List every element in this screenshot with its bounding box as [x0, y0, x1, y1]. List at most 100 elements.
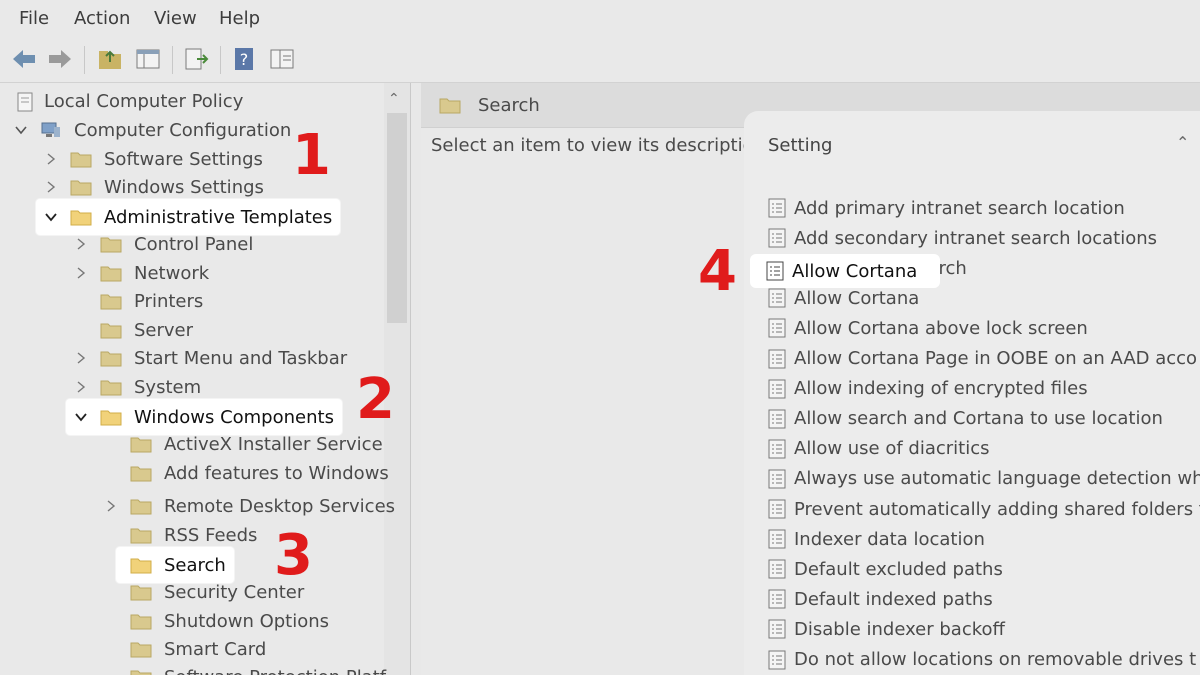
- settings-list: Setting ⌃ Add primary intranet search lo…: [744, 111, 1200, 675]
- setting-label: Add primary intranet search location: [794, 197, 1125, 219]
- setting-row[interactable]: Do not allow locations on removable driv…: [768, 647, 1196, 673]
- policy-setting-icon: [766, 261, 784, 281]
- folder-icon: [130, 497, 152, 515]
- policy-setting-icon: [768, 619, 786, 639]
- setting-row[interactable]: Default indexed paths: [768, 586, 993, 612]
- folder-icon: [439, 96, 461, 118]
- setting-label: Disable indexer backoff: [794, 618, 1005, 640]
- allow-cortana-label: Allow Cortana: [792, 260, 918, 282]
- folder-icon: [130, 435, 152, 453]
- setting-row[interactable]: Allow Cortana: [768, 285, 919, 311]
- setting-row[interactable]: Allow indexing of encrypted files: [768, 376, 1088, 402]
- setting-label: Prevent automatically adding shared fold…: [794, 498, 1200, 520]
- chevron-down-icon[interactable]: [74, 410, 88, 424]
- computer-icon: [40, 121, 62, 139]
- setting-row[interactable]: Always use automatic language detection …: [768, 466, 1200, 492]
- folder-icon: [70, 208, 92, 226]
- setting-label: Default indexed paths: [794, 588, 993, 610]
- details-pane: Search Select an item to view its descri…: [421, 83, 1200, 675]
- tree-item-activex-installer[interactable]: ActiveX Installer Service: [130, 430, 383, 458]
- tree-item-windows-settings[interactable]: Windows Settings: [44, 173, 264, 201]
- tree-item-shutdown-options[interactable]: Shutdown Options: [130, 607, 329, 635]
- folder-icon: [100, 292, 122, 310]
- setting-row[interactable]: Allow Cortana above lock screen: [768, 315, 1088, 341]
- setting-row[interactable]: Default excluded paths: [768, 556, 1003, 582]
- chevron-right-icon[interactable]: [104, 499, 118, 513]
- policy-setting-icon: [768, 409, 786, 429]
- description-text: Select an item to view its description.: [431, 135, 771, 156]
- tree-item-smart-card[interactable]: Smart Card: [130, 635, 266, 663]
- tree-item-add-features[interactable]: Add features to Windows: [130, 459, 389, 487]
- menu-file[interactable]: File: [19, 8, 49, 29]
- tree-pane: ⌃ Local Computer Policy Computer Configu…: [0, 83, 411, 675]
- tree-item-software-protection[interactable]: Software Protection Platf: [130, 663, 386, 675]
- chevron-right-icon[interactable]: [74, 266, 88, 280]
- tree-scrollbar-thumb[interactable]: [387, 113, 407, 323]
- tree-item-system[interactable]: System: [74, 373, 201, 401]
- tree-item-server[interactable]: Server: [100, 316, 193, 344]
- tree-item-rss-feeds[interactable]: RSS Feeds: [130, 521, 257, 549]
- menu-action[interactable]: Action: [74, 8, 130, 29]
- help-icon[interactable]: ?: [230, 46, 258, 72]
- tree-item-computer-configuration[interactable]: Computer Configuration: [14, 116, 291, 144]
- back-arrow-icon[interactable]: [10, 46, 38, 72]
- tree-item-control-panel[interactable]: Control Panel: [74, 230, 253, 258]
- column-header-setting[interactable]: Setting: [768, 135, 832, 156]
- tree-item-software-settings[interactable]: Software Settings: [44, 145, 263, 173]
- setting-row[interactable]: Disable indexer backoff: [768, 616, 1005, 642]
- chevron-right-icon[interactable]: [74, 380, 88, 394]
- scroll-up-icon[interactable]: ⌃: [1176, 133, 1189, 152]
- folder-icon: [130, 556, 152, 574]
- policy-setting-icon: [768, 198, 786, 218]
- policy-setting-icon: [768, 349, 786, 369]
- policy-setting-icon: [768, 650, 786, 670]
- up-folder-icon[interactable]: [96, 46, 124, 72]
- folder-icon: [130, 668, 152, 675]
- setting-label: Allow Cortana Page in OOBE on an AAD acc…: [794, 348, 1198, 369]
- policy-document-icon: [16, 92, 34, 112]
- folder-icon: [100, 408, 122, 426]
- details-title: Search: [478, 95, 540, 116]
- tree-item-network[interactable]: Network: [74, 259, 209, 287]
- chevron-down-icon[interactable]: [14, 123, 28, 137]
- annotation-number-3: 3: [274, 523, 313, 588]
- filter-view-icon[interactable]: [268, 46, 296, 72]
- setting-label: Always use automatic language detection …: [794, 468, 1200, 490]
- allow-cortana-highlight[interactable]: Allow Cortana: [750, 254, 940, 288]
- setting-label: Allow use of diacritics: [794, 438, 990, 460]
- setting-row[interactable]: Add secondary intranet search locations: [768, 225, 1157, 251]
- folder-icon: [130, 526, 152, 544]
- setting-label: Allow indexing of encrypted files: [794, 378, 1088, 400]
- setting-row[interactable]: Allow use of diacritics: [768, 436, 990, 462]
- folder-icon: [100, 321, 122, 339]
- export-list-icon[interactable]: [182, 46, 210, 72]
- menu-view[interactable]: View: [154, 8, 197, 29]
- tree-item-start-menu-taskbar[interactable]: Start Menu and Taskbar: [74, 344, 347, 372]
- setting-row[interactable]: Indexer data location: [768, 526, 985, 552]
- menu-help[interactable]: Help: [219, 8, 260, 29]
- policy-setting-icon: [768, 559, 786, 579]
- folder-icon: [100, 349, 122, 367]
- chevron-down-icon[interactable]: [44, 210, 58, 224]
- setting-row[interactable]: Allow Cortana Page in OOBE on an AAD acc…: [768, 346, 1197, 372]
- forward-arrow-icon[interactable]: [46, 46, 74, 72]
- policy-setting-icon: [768, 499, 786, 519]
- tree-item-printers[interactable]: Printers: [100, 287, 203, 315]
- folder-icon: [70, 150, 92, 168]
- tree-item-remote-desktop[interactable]: Remote Desktop Services: [104, 492, 395, 520]
- show-hide-tree-icon[interactable]: [134, 46, 162, 72]
- svg-text:?: ?: [240, 50, 249, 69]
- chevron-right-icon[interactable]: [44, 152, 58, 166]
- chevron-right-icon[interactable]: [74, 237, 88, 251]
- setting-label: Allow search and Cortana to use location: [794, 408, 1163, 430]
- chevron-right-icon[interactable]: [74, 351, 88, 365]
- setting-row[interactable]: Prevent automatically adding shared fold…: [768, 496, 1200, 522]
- setting-label: Allow Cortana above lock screen: [794, 317, 1088, 339]
- menu-bar: File Action View Help: [0, 0, 1200, 38]
- scroll-up-icon[interactable]: ⌃: [388, 91, 400, 107]
- policy-setting-icon: [768, 529, 786, 549]
- tree-item-local-computer-policy[interactable]: Local Computer Policy: [16, 87, 243, 115]
- setting-row[interactable]: Add primary intranet search location: [768, 195, 1125, 221]
- setting-row[interactable]: Allow search and Cortana to use location: [768, 406, 1163, 432]
- chevron-right-icon[interactable]: [44, 180, 58, 194]
